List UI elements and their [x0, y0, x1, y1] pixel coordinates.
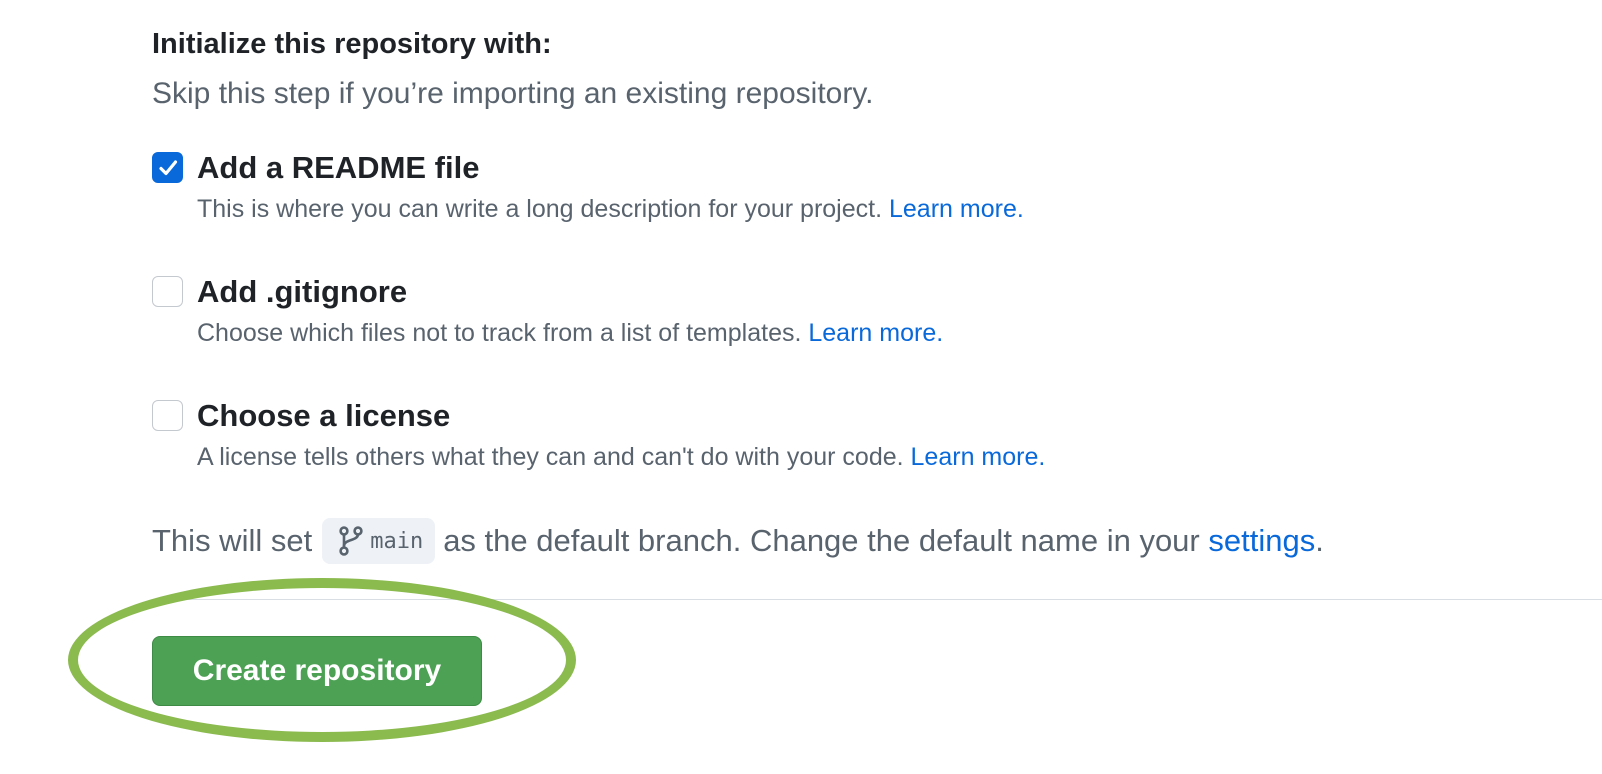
- readme-learn-more-link[interactable]: Learn more.: [889, 195, 1024, 223]
- divider: [152, 599, 1602, 600]
- gitignore-learn-more-link[interactable]: Learn more.: [808, 319, 943, 347]
- gitignore-label[interactable]: Add .gitignore: [197, 274, 407, 310]
- readme-description-text: This is where you can write a long descr…: [197, 195, 883, 223]
- branch-notice-middle: as the default branch. Change the defaul…: [443, 523, 1200, 558]
- section-subtitle: Skip this step if you’re importing an ex…: [152, 77, 874, 110]
- readme-description: This is where you can write a long descr…: [197, 195, 1024, 224]
- gitignore-description: Choose which files not to track from a l…: [197, 319, 943, 348]
- create-repository-button[interactable]: Create repository: [152, 636, 482, 706]
- license-label[interactable]: Choose a license: [197, 398, 450, 434]
- branch-notice-suffix: .: [1315, 523, 1324, 558]
- section-title: Initialize this repository with:: [152, 28, 552, 60]
- gitignore-description-text: Choose which files not to track from a l…: [197, 319, 802, 347]
- gitignore-checkbox[interactable]: [152, 276, 183, 307]
- settings-link[interactable]: settings: [1208, 523, 1315, 559]
- license-description-text: A license tells others what they can and…: [197, 443, 904, 471]
- license-checkbox[interactable]: [152, 400, 183, 431]
- check-icon: [159, 160, 178, 176]
- readme-label[interactable]: Add a README file: [197, 150, 479, 186]
- branch-name-pill: main: [322, 518, 436, 564]
- git-branch-icon: [339, 526, 363, 556]
- default-branch-notice: This will set main as the default branch…: [152, 518, 1324, 564]
- license-description: A license tells others what they can and…: [197, 443, 1045, 472]
- license-learn-more-link[interactable]: Learn more.: [911, 443, 1046, 471]
- branch-name: main: [370, 528, 424, 554]
- branch-notice-prefix: This will set: [152, 523, 313, 558]
- readme-checkbox[interactable]: [152, 152, 183, 183]
